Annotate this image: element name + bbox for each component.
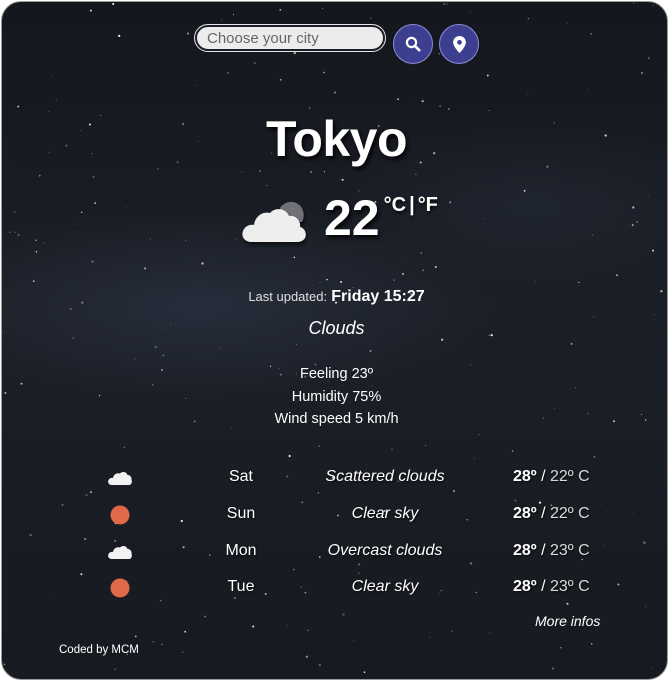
city-search-input[interactable] [194,24,386,52]
search-form [193,24,479,64]
cloud-icon [105,466,135,490]
forecast-min: 22º C [549,468,590,485]
forecast-row: Mon Overcast clouds 28º / 23º C [2,538,667,566]
feeling-temperature: Feeling 23º [299,366,373,382]
forecast-max: 28º [513,542,537,559]
last-updated-label: Last updated: [248,289,328,304]
more-infos-link[interactable]: More infos [535,613,600,629]
forecast-min: 23º C [549,578,590,595]
forecast-row: Sat Scattered clouds 28º / 22º C [2,464,667,492]
sun-icon [105,503,135,527]
forecast-min: 22º C [549,505,590,522]
forecast-temperatures: 28º / 22º C [513,505,590,523]
forecast-temperatures: 28º / 23º C [513,578,590,596]
unit-switch: °C | °F [384,194,438,217]
weather-app-card: Tokyo 22 °C|°F Last updated: Friday 15:2… [1,1,668,680]
forecast-slash: / [536,468,550,485]
weather-description: Clouds [308,318,365,338]
forecast-description: Overcast clouds [327,542,443,559]
sun-icon [105,576,135,600]
forecast-row: Tue Clear sky 28º / 23º C [2,574,667,602]
cloud-icon [242,201,306,242]
cloud-icon [105,540,135,564]
forecast-min: 23º C [549,542,590,559]
forecast-temperatures: 28º / 22º C [513,468,590,486]
last-updated-value: Friday 15:27 [331,288,425,305]
forecast-description: Clear sky [351,505,419,522]
search-icon [405,36,421,52]
credit-text: Coded by MCM [59,644,139,656]
forecast-temperatures: 28º / 23º C [513,542,590,560]
forecast-day: Sat [228,468,253,485]
forecast-max: 28º [513,578,537,595]
search-button[interactable] [393,24,433,64]
forecast-day: Mon [225,542,257,559]
forecast-day: Tue [227,578,255,595]
forecast-slash: / [536,578,550,595]
current-location-button[interactable] [439,24,479,64]
forecast-max: 28º [513,505,537,522]
unit-separator: | [409,194,415,216]
city-name: Tokyo [265,111,408,167]
forecast-max: 28º [513,468,537,485]
humidity: Humidity 75% [291,388,382,405]
forecast-row: Sun Clear sky 28º / 22º C [2,501,667,529]
celsius-link[interactable]: °C [384,194,406,216]
wind-speed: Wind speed 5 km/h [274,411,399,427]
weather-details: Feeling 23º Humidity 75% Wind speed 5 km… [2,363,667,431]
forecast-description: Clear sky [351,578,419,595]
location-pin-icon [452,35,466,53]
fahrenheit-link[interactable]: °F [418,194,438,216]
forecast-slash: / [536,505,550,522]
current-weather: 22 °C | °F [240,190,438,250]
forecast-day: Sun [226,505,256,522]
forecast-slash: / [536,542,550,559]
forecast-description: Scattered clouds [325,468,445,485]
current-temperature: 22 [324,190,380,246]
last-updated: Last updated: Friday 15:27 [2,288,667,306]
